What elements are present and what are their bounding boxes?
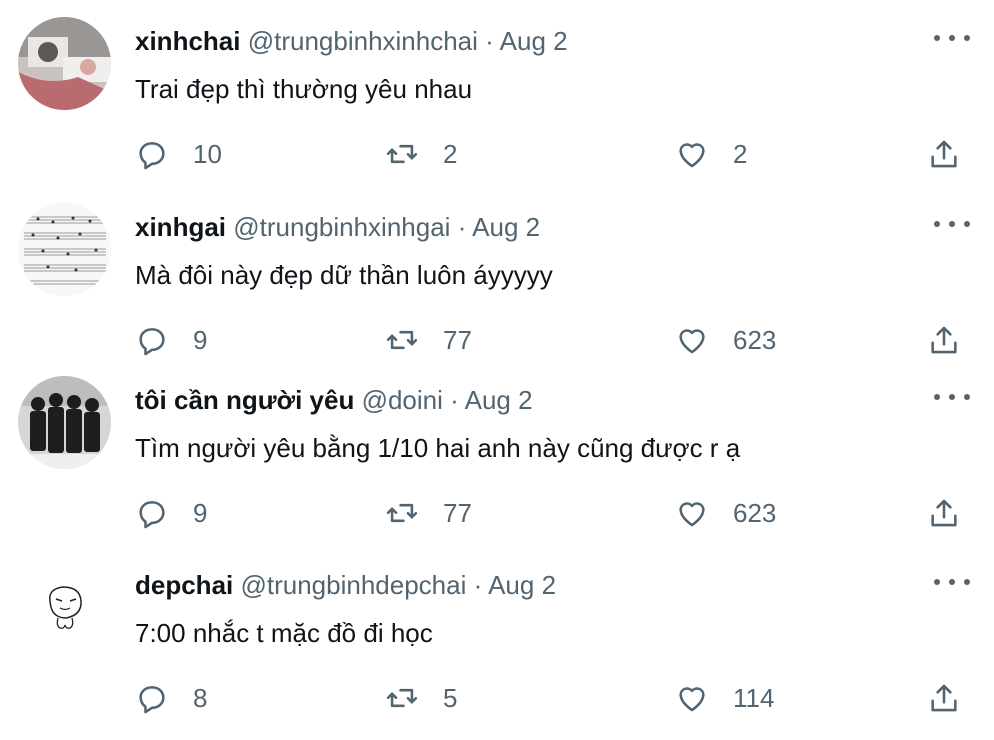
separator-dot: · <box>473 570 483 600</box>
like-button[interactable]: 623 <box>675 493 776 533</box>
retweet-count: 2 <box>443 138 458 169</box>
user-handle[interactable]: @trungbinhdepchai <box>240 570 466 600</box>
share-button[interactable] <box>927 134 961 174</box>
share-button[interactable] <box>927 678 961 718</box>
reply-feed: xinhchai @trungbinhxinhchai · Aug 2 Trai… <box>0 0 994 740</box>
retweet-arrows-icon <box>386 688 418 708</box>
display-name[interactable]: depchai <box>135 570 233 600</box>
reply-count: 8 <box>193 682 208 713</box>
retweet-button[interactable]: 5 <box>385 678 457 718</box>
separator-dot: · <box>450 385 459 415</box>
retweet-count: 77 <box>443 497 472 528</box>
heart-icon <box>679 687 705 712</box>
tweet-header: xinhchai @trungbinhxinhchai · Aug 2 <box>135 24 568 58</box>
reply-button[interactable]: 10 <box>135 134 222 174</box>
retweet-button[interactable]: 77 <box>385 493 472 533</box>
tweet-header: depchai @trungbinhdepchai · Aug 2 <box>135 568 556 602</box>
speech-bubble-icon <box>139 501 165 529</box>
tweet-header: xinhgai @trungbinhxinhgai · Aug 2 <box>135 210 540 244</box>
tweet-text: Tìm người yêu bằng 1/10 hai anh này cũng… <box>135 433 741 463</box>
group-photo-avatar-image <box>18 376 111 469</box>
reply-count: 10 <box>193 138 222 169</box>
share-upload-icon <box>931 140 957 168</box>
like-button[interactable]: 623 <box>675 320 776 360</box>
tweet-actions: 8 5 114 <box>135 678 965 718</box>
sheet-music-avatar-image <box>18 203 111 296</box>
reply-button[interactable]: 9 <box>135 493 207 533</box>
tweet-text: 7:00 nhắc t mặc đồ đi học <box>135 618 433 648</box>
avatar[interactable] <box>18 203 111 296</box>
speech-bubble-icon <box>139 328 165 356</box>
retweet-arrows-icon <box>386 330 418 350</box>
tweet[interactable]: tôi cần người yêu @doini · Aug 2 Tìm ngư… <box>0 359 994 539</box>
tweet-actions: 9 77 623 <box>135 320 965 360</box>
tweet[interactable]: xinhchai @trungbinhxinhchai · Aug 2 Trai… <box>0 0 994 180</box>
retweet-count: 5 <box>443 682 458 713</box>
retweet-button[interactable]: 2 <box>385 134 457 174</box>
like-count: 623 <box>733 324 777 355</box>
user-handle[interactable]: @trungbinhxinhgai <box>233 212 450 242</box>
share-button[interactable] <box>927 493 961 533</box>
retweet-count: 77 <box>443 324 472 355</box>
more-dots-icon[interactable] <box>934 572 970 592</box>
like-count: 2 <box>733 138 748 169</box>
share-button[interactable] <box>927 320 961 360</box>
tweet[interactable]: depchai @trungbinhdepchai · Aug 2 7:00 n… <box>0 544 994 724</box>
heart-icon <box>679 143 705 168</box>
user-handle[interactable]: @doini <box>362 385 443 415</box>
display-name[interactable]: tôi cần người yêu <box>135 385 354 415</box>
more-dots-icon[interactable] <box>934 214 970 234</box>
heart-icon <box>679 329 705 354</box>
more-dots-icon[interactable] <box>934 28 970 48</box>
like-count: 114 <box>733 682 775 713</box>
share-upload-icon <box>931 499 957 527</box>
avatar[interactable] <box>18 376 111 469</box>
display-name[interactable]: xinhchai <box>135 26 240 56</box>
like-count: 623 <box>733 497 777 528</box>
tweet[interactable]: xinhgai @trungbinhxinhgai · Aug 2 Mà đôi… <box>0 186 994 366</box>
more-dots-icon[interactable] <box>934 387 970 407</box>
tweet-date[interactable]: Aug 2 <box>500 26 568 56</box>
like-button[interactable]: 114 <box>675 678 774 718</box>
separator-dot: · <box>485 26 494 56</box>
tweet-text: Mà đôi này đẹp dữ thần luôn áyyyyy <box>135 260 553 290</box>
avatar[interactable] <box>18 561 111 654</box>
tweet-date[interactable]: Aug 2 <box>472 212 540 242</box>
doodle-face-avatar-image <box>18 561 111 654</box>
tweet-actions: 10 2 2 <box>135 134 965 174</box>
avatar[interactable] <box>18 17 111 110</box>
tweet-text: Trai đẹp thì thường yêu nhau <box>135 74 473 104</box>
retweet-button[interactable]: 77 <box>385 320 472 360</box>
reply-count: 9 <box>193 497 208 528</box>
tweet-actions: 9 77 623 <box>135 493 965 533</box>
separator-dot: · <box>457 212 467 242</box>
reply-button[interactable]: 8 <box>135 678 207 718</box>
retweet-arrows-icon <box>386 503 418 523</box>
tweet-date[interactable]: Aug 2 <box>488 570 556 600</box>
share-upload-icon <box>931 326 957 354</box>
reply-count: 9 <box>193 324 208 355</box>
retweet-arrows-icon <box>386 144 418 164</box>
tweet-date[interactable]: Aug 2 <box>465 385 533 415</box>
tweet-header: tôi cần người yêu @doini · Aug 2 <box>135 383 533 417</box>
photo-avatar-image <box>18 17 111 110</box>
speech-bubble-icon <box>139 686 165 714</box>
speech-bubble-icon <box>139 142 165 170</box>
user-handle[interactable]: @trungbinhxinhchai <box>248 26 478 56</box>
heart-icon <box>679 502 705 527</box>
like-button[interactable]: 2 <box>675 134 747 174</box>
display-name[interactable]: xinhgai <box>135 212 226 242</box>
reply-button[interactable]: 9 <box>135 320 207 360</box>
share-upload-icon <box>931 684 957 712</box>
